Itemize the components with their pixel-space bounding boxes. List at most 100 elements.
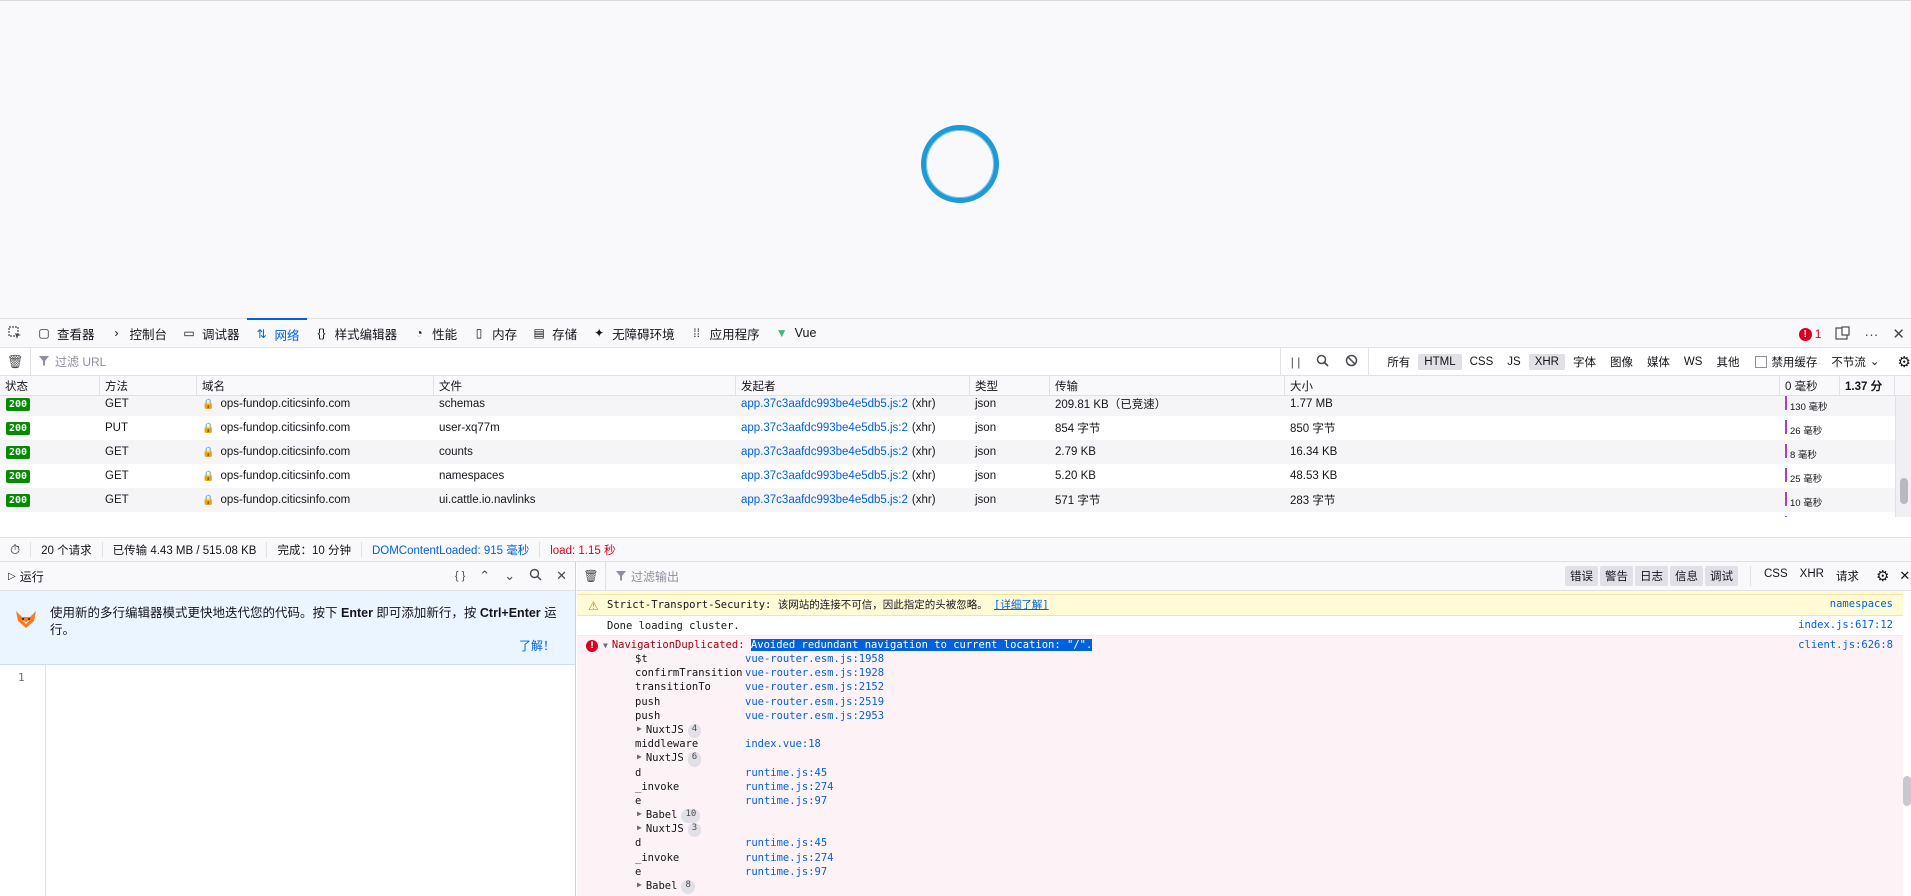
expand-triangle-icon[interactable]: ▶ bbox=[637, 809, 642, 823]
stack-group[interactable]: ▶ NuxtJS 6 bbox=[635, 752, 1903, 767]
error-count-badge[interactable]: ! 1 bbox=[1798, 327, 1821, 341]
column-header[interactable]: 传输 bbox=[1050, 376, 1285, 395]
expand-triangle-icon[interactable]: ▶ bbox=[637, 823, 642, 837]
stack-location-link[interactable]: runtime.js:45 bbox=[745, 767, 827, 781]
console-settings-gear-icon[interactable]: ⚙ bbox=[1876, 567, 1889, 585]
message-source-link[interactable]: namespaces bbox=[1830, 598, 1893, 610]
pretty-print-button[interactable]: { } bbox=[455, 570, 465, 582]
table-row[interactable]: 200 GET 🔒 ops-fundop.citicsinfo.com ui.cattl… bbox=[0, 488, 1895, 512]
request-filter-button[interactable]: 请求 bbox=[1831, 566, 1864, 586]
log-level-button[interactable]: 信息 bbox=[1670, 566, 1703, 586]
stack-group[interactable]: ▶ Babel 10 bbox=[635, 809, 1903, 824]
tab-memory[interactable]: ▯ 内存 bbox=[464, 318, 524, 348]
stack-location-link[interactable]: vue-router.esm.js:2519 bbox=[745, 696, 884, 710]
history-up-icon[interactable]: ⌃ bbox=[479, 568, 490, 584]
stack-location-link[interactable]: runtime.js:97 bbox=[745, 795, 827, 809]
network-settings-gear-icon[interactable]: ⚙ bbox=[1898, 353, 1911, 371]
message-source-link[interactable]: index.js:617:12 bbox=[1798, 619, 1893, 631]
type-filter-button[interactable]: 其他 bbox=[1710, 352, 1745, 372]
table-row[interactable]: 200 GET 🔒 ops-fundop.citicsinfo.com schemas a… bbox=[0, 396, 1895, 416]
tab-vue[interactable]: ▼ Vue bbox=[767, 318, 824, 348]
column-header[interactable]: 1.37 分 bbox=[1840, 376, 1895, 395]
table-row[interactable]: 200 PUT 🔒 ops-fundop.citicsinfo.com user-xq7… bbox=[0, 416, 1895, 440]
log-level-button[interactable]: 警告 bbox=[1600, 566, 1633, 586]
type-filter-button[interactable]: 媒体 bbox=[1641, 352, 1676, 372]
initiator-link[interactable]: app.37c3aafdc993be4e5db5.js:2 bbox=[741, 422, 908, 434]
expand-triangle-icon[interactable]: ▶ bbox=[637, 880, 642, 894]
code-input-area[interactable]: 1 bbox=[0, 665, 576, 896]
type-filter-button[interactable]: JS bbox=[1501, 354, 1526, 370]
block-icon[interactable] bbox=[1345, 354, 1358, 370]
tab-network[interactable]: ⇅ 网络 bbox=[246, 318, 307, 348]
column-header[interactable]: 文件 bbox=[434, 376, 736, 395]
initiator-link[interactable]: app.37c3aafdc993be4e5db5.js:2 bbox=[741, 398, 908, 410]
expand-triangle-icon[interactable]: ▶ bbox=[637, 752, 642, 766]
request-filter-button[interactable]: CSS bbox=[1759, 566, 1793, 586]
tab-performance[interactable]: ◔ 性能 bbox=[404, 318, 464, 348]
stack-location-link[interactable]: runtime.js:274 bbox=[745, 781, 834, 795]
column-header[interactable]: 发起者 bbox=[736, 376, 970, 395]
close-split-console-icon[interactable]: ✕ bbox=[1899, 568, 1910, 584]
stack-location-link[interactable]: index.vue:18 bbox=[745, 738, 821, 752]
tab-inspector[interactable]: ▢ 查看器 bbox=[29, 318, 102, 348]
more-options-icon[interactable]: ··· bbox=[1864, 326, 1878, 342]
scrollbar-thumb[interactable] bbox=[1903, 776, 1911, 806]
console-scrollbar[interactable] bbox=[1903, 591, 1911, 896]
type-filter-button[interactable]: WS bbox=[1678, 354, 1709, 370]
column-header[interactable]: 域名 bbox=[197, 376, 434, 395]
column-header[interactable]: 大小 bbox=[1285, 376, 1780, 395]
log-level-button[interactable]: 调试 bbox=[1705, 566, 1738, 586]
reverse-search-icon[interactable] bbox=[529, 568, 542, 584]
initiator-link[interactable]: app.37c3aafdc993be4e5db5.js:2 bbox=[741, 494, 908, 506]
stack-location-link[interactable]: vue-router.esm.js:1928 bbox=[745, 667, 884, 681]
history-down-icon[interactable]: ⌄ bbox=[504, 568, 515, 584]
log-level-button[interactable]: 日志 bbox=[1635, 566, 1668, 586]
request-filter-button[interactable]: XHR bbox=[1795, 566, 1829, 586]
console-filter-input[interactable]: 过滤输出 bbox=[605, 561, 1565, 591]
type-filter-button[interactable]: HTML bbox=[1418, 353, 1462, 370]
initiator-link[interactable]: app.37c3aafdc993be4e5db5.js:2 bbox=[741, 470, 908, 482]
dock-side-icon[interactable] bbox=[1835, 325, 1851, 343]
type-filter-button[interactable]: 字体 bbox=[1567, 352, 1602, 372]
stack-location-link[interactable]: runtime.js:274 bbox=[745, 852, 834, 866]
tab-application[interactable]: ⁞⁞ 应用程序 bbox=[682, 318, 767, 348]
learn-more-link[interactable]: [详细了解] bbox=[994, 599, 1049, 611]
search-icon[interactable] bbox=[1316, 354, 1329, 370]
stack-location-link[interactable]: vue-router.esm.js:2152 bbox=[745, 681, 884, 695]
tab-console[interactable]: › 控制台 bbox=[102, 318, 175, 348]
close-devtools-icon[interactable]: ✕ bbox=[1892, 325, 1905, 343]
stack-location-link[interactable]: runtime.js:97 bbox=[745, 866, 827, 880]
expand-triangle-icon[interactable]: ▼ bbox=[603, 641, 608, 650]
close-editor-icon[interactable]: ✕ bbox=[556, 568, 567, 584]
tab-style-editor[interactable]: {} 样式编辑器 bbox=[307, 318, 405, 348]
network-scrollbar[interactable] bbox=[1895, 396, 1911, 517]
tab-debugger[interactable]: ▭ 调试器 bbox=[174, 318, 247, 348]
column-header[interactable]: 方法 bbox=[100, 376, 197, 395]
table-row[interactable]: 200 GET 🔒 ops-fundop.citicsinfo.com counts ap… bbox=[0, 440, 1895, 464]
throttling-select[interactable]: 不节流 ⌄ bbox=[1831, 354, 1879, 370]
column-header[interactable]: 0 毫秒 bbox=[1780, 376, 1840, 395]
got-it-link[interactable]: 了解！ bbox=[519, 638, 555, 655]
pause-icon[interactable]: | | bbox=[1291, 355, 1301, 369]
url-filter-input[interactable]: 过滤 URL bbox=[30, 347, 1280, 376]
element-picker-icon[interactable] bbox=[0, 318, 29, 348]
table-row[interactable]: 200GET🔒ops-fundop.citicsinfo.comlocalapp… bbox=[0, 512, 1895, 517]
message-source-link[interactable]: client.js:626:8 bbox=[1798, 639, 1893, 651]
scrollbar-thumb[interactable] bbox=[1900, 478, 1908, 504]
stack-location-link[interactable]: vue-router.esm.js:1958 bbox=[745, 653, 884, 667]
stack-group[interactable]: ▶ Babel 8 bbox=[635, 880, 1903, 895]
disable-cache-checkbox[interactable]: 禁用缓存 bbox=[1755, 354, 1817, 370]
type-filter-button[interactable]: XHR bbox=[1528, 353, 1565, 370]
stack-group[interactable]: ▶ NuxtJS 3 bbox=[635, 823, 1903, 838]
stack-group[interactable]: ▶ NuxtJS 4 bbox=[635, 723, 1903, 739]
table-row[interactable]: 200 GET 🔒 ops-fundop.citicsinfo.com namespac… bbox=[0, 464, 1895, 488]
column-header[interactable]: 状态 bbox=[0, 376, 100, 395]
type-filter-button[interactable]: 所有 bbox=[1381, 352, 1416, 372]
stack-location-link[interactable]: vue-router.esm.js:2953 bbox=[745, 710, 884, 724]
initiator-link[interactable]: app.37c3aafdc993be4e5db5.js:2 bbox=[741, 446, 908, 458]
column-header[interactable]: 类型 bbox=[970, 376, 1050, 395]
run-button[interactable]: ▷ 运行 bbox=[8, 568, 44, 585]
log-level-button[interactable]: 错误 bbox=[1565, 566, 1598, 586]
tab-storage[interactable]: ▤ 存储 bbox=[524, 318, 584, 348]
tab-accessibility[interactable]: ✦ 无障碍环境 bbox=[584, 318, 682, 348]
